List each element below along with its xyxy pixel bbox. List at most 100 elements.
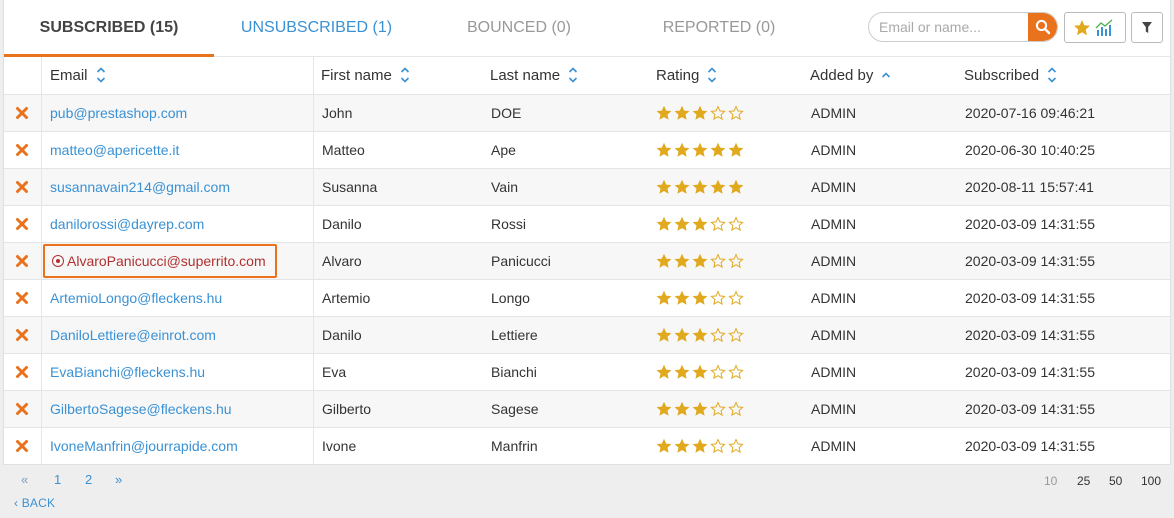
subscribed-date-cell: 2020-07-16 09:46:21 bbox=[965, 105, 1095, 121]
email-link-highlighted[interactable]: AlvaroPanicucci@superrito.com bbox=[43, 244, 277, 278]
column-header-subscribed[interactable]: Subscribed bbox=[964, 57, 1057, 94]
column-label: Email bbox=[50, 67, 88, 84]
email-link[interactable]: ArtemioLongo@fleckens.hu bbox=[50, 280, 222, 316]
rating-stats-button[interactable] bbox=[1064, 12, 1126, 43]
delete-icon[interactable] bbox=[15, 402, 29, 416]
star-empty-icon bbox=[728, 216, 744, 232]
table-row: AlvaroPanicucci@superrito.com Alvaro Panic… bbox=[4, 242, 1170, 279]
tab-reported[interactable]: REPORTED (0) bbox=[619, 0, 819, 57]
email-link[interactable]: danilorossi@dayrep.com bbox=[50, 206, 204, 242]
email-link[interactable]: GilbertoSagese@fleckens.hu bbox=[50, 391, 232, 427]
sort-icon bbox=[568, 67, 578, 83]
per-page-50[interactable]: 50 bbox=[1109, 474, 1122, 488]
star-filled-icon bbox=[674, 216, 690, 232]
star-filled-icon bbox=[692, 253, 708, 269]
rating-stars bbox=[656, 206, 744, 242]
table-row: danilorossi@dayrep.com Danilo Rossi ADMIN 20… bbox=[4, 205, 1170, 242]
delete-icon[interactable] bbox=[15, 217, 29, 231]
search-button[interactable] bbox=[1028, 13, 1057, 41]
star-empty-icon bbox=[728, 327, 744, 343]
target-icon bbox=[52, 255, 64, 267]
sort-asc-icon bbox=[882, 72, 891, 78]
table-row: EvaBianchi@fleckens.hu Eva Bianchi ADMIN 202… bbox=[4, 353, 1170, 390]
rating-stars bbox=[656, 95, 744, 131]
filter-button[interactable] bbox=[1131, 12, 1163, 43]
star-filled-icon bbox=[674, 179, 690, 195]
star-filled-icon bbox=[692, 142, 708, 158]
delete-icon[interactable] bbox=[15, 439, 29, 453]
rating-stars bbox=[656, 317, 744, 353]
last-name-cell: DOE bbox=[491, 105, 522, 121]
delete-icon[interactable] bbox=[15, 180, 29, 194]
back-link[interactable]: ‹ BACK bbox=[14, 496, 55, 510]
delete-icon[interactable] bbox=[15, 365, 29, 379]
star-filled-icon bbox=[692, 290, 708, 306]
email-link[interactable]: IvoneManfrin@jourrapide.com bbox=[50, 428, 238, 464]
star-filled-icon bbox=[728, 179, 744, 195]
star-filled-icon bbox=[656, 253, 672, 269]
delete-icon[interactable] bbox=[15, 328, 29, 342]
last-name-cell: Lettiere bbox=[491, 327, 538, 343]
star-filled-icon bbox=[692, 327, 708, 343]
star-empty-icon bbox=[728, 401, 744, 417]
column-header-email[interactable]: Email bbox=[50, 57, 106, 94]
tab-bounced[interactable]: BOUNCED (0) bbox=[419, 0, 619, 57]
tab-unsubscribed[interactable]: UNSUBSCRIBED (1) bbox=[214, 0, 419, 57]
star-filled-icon bbox=[656, 364, 672, 380]
delete-icon[interactable] bbox=[15, 254, 29, 268]
star-filled-icon bbox=[674, 327, 690, 343]
star-filled-icon bbox=[656, 290, 672, 306]
delete-icon[interactable] bbox=[15, 291, 29, 305]
column-header-last-name[interactable]: Last name bbox=[490, 57, 578, 94]
per-page-10[interactable]: 10 bbox=[1044, 474, 1057, 488]
per-page-100[interactable]: 100 bbox=[1141, 474, 1161, 488]
last-name-cell: Manfrin bbox=[491, 438, 538, 454]
star-empty-icon bbox=[728, 290, 744, 306]
first-name-cell: Matteo bbox=[322, 142, 365, 158]
pagination-prev[interactable]: « bbox=[21, 472, 28, 487]
last-name-cell: Panicucci bbox=[491, 253, 551, 269]
subscribed-date-cell: 2020-08-11 15:57:41 bbox=[965, 179, 1094, 195]
per-page-25[interactable]: 25 bbox=[1077, 474, 1090, 488]
added-by-cell: ADMIN bbox=[811, 105, 857, 121]
rating-stars bbox=[656, 169, 744, 205]
column-header-first-name[interactable]: First name bbox=[321, 57, 410, 94]
column-header-added-by[interactable]: Added by bbox=[810, 57, 891, 94]
table-row: pub@prestashop.com John DOE ADMIN 2020-07-16… bbox=[4, 94, 1170, 131]
first-name-cell: Artemio bbox=[322, 290, 371, 306]
star-empty-icon bbox=[710, 364, 726, 380]
star-empty-icon bbox=[710, 401, 726, 417]
added-by-cell: ADMIN bbox=[811, 179, 857, 195]
star-empty-icon bbox=[710, 253, 726, 269]
column-label: Rating bbox=[656, 67, 700, 84]
pagination-page-1[interactable]: 1 bbox=[54, 472, 61, 487]
star-filled-icon bbox=[674, 142, 690, 158]
star-chart-icon bbox=[1074, 19, 1113, 36]
star-filled-icon bbox=[692, 401, 708, 417]
first-name-cell: John bbox=[322, 105, 353, 121]
email-link[interactable]: EvaBianchi@fleckens.hu bbox=[50, 354, 205, 390]
email-link[interactable]: matteo@apericette.it bbox=[50, 132, 179, 168]
added-by-cell: ADMIN bbox=[811, 327, 857, 343]
delete-icon[interactable] bbox=[15, 106, 29, 120]
sort-icon bbox=[400, 67, 409, 83]
star-empty-icon bbox=[710, 290, 726, 306]
last-name-cell: Rossi bbox=[491, 216, 527, 232]
column-divider bbox=[313, 57, 314, 464]
delete-icon[interactable] bbox=[15, 143, 29, 157]
search-input[interactable] bbox=[869, 13, 1029, 41]
tab-subscribed[interactable]: SUBSCRIBED (15) bbox=[4, 0, 214, 57]
star-filled-icon bbox=[710, 142, 726, 158]
rating-stars bbox=[656, 132, 744, 168]
column-header-rating[interactable]: Rating bbox=[656, 57, 717, 94]
pagination-next[interactable]: » bbox=[115, 472, 122, 487]
star-filled-icon bbox=[674, 290, 690, 306]
email-link[interactable]: susannavain214@gmail.com bbox=[50, 169, 230, 205]
subscribed-date-cell: 2020-03-09 14:31:55 bbox=[965, 216, 1095, 232]
email-link[interactable]: DaniloLettiere@einrot.com bbox=[50, 317, 216, 353]
email-link[interactable]: pub@prestashop.com bbox=[50, 95, 187, 131]
star-filled-icon bbox=[656, 105, 672, 121]
star-empty-icon bbox=[728, 253, 744, 269]
pagination-page-2[interactable]: 2 bbox=[85, 472, 92, 487]
star-filled-icon bbox=[656, 142, 672, 158]
